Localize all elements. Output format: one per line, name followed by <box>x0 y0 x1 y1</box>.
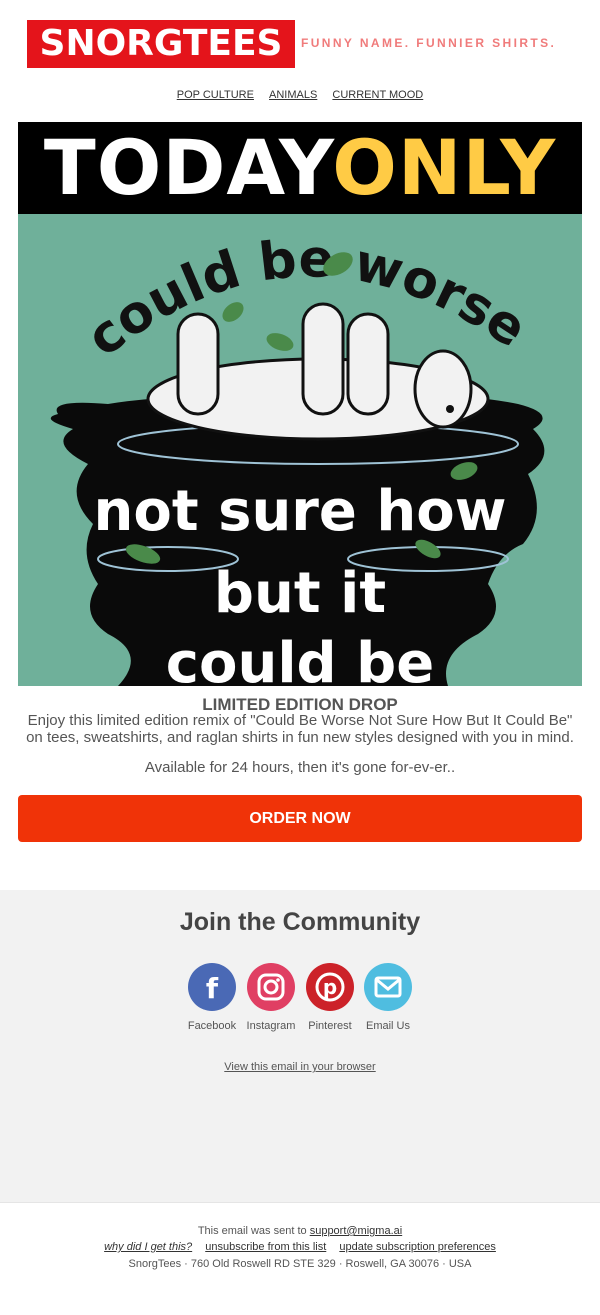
bear-eye <box>446 405 454 413</box>
promo-availability: Available for 24 hours, then it's gone f… <box>144 759 456 776</box>
art-line-2: but it <box>214 561 386 626</box>
order-now-button[interactable]: ORDER NOW <box>18 795 582 842</box>
artwork-illustration: could be worse not sure how but it could… <box>50 229 545 686</box>
banner-today: TODAY <box>43 123 333 212</box>
tagline: FUNNY NAME. FUNNIER SHIRTS. <box>301 36 557 50</box>
sent-to-prefix: This email was sent to <box>197 1225 307 1237</box>
sent-to-line: This email was sent to support@migma.ai <box>0 1225 600 1237</box>
social-pinterest[interactable]: p Pinterest <box>301 963 359 1032</box>
banner-only: ONLY <box>332 123 557 212</box>
nav-item-current-mood[interactable]: CURRENT MOOD <box>332 89 423 101</box>
social-label: Pinterest <box>308 1020 352 1032</box>
community-section: Join the Community f Facebook Instagram … <box>0 890 600 1202</box>
social-instagram[interactable]: Instagram <box>242 963 300 1032</box>
email-header: SNORGTEES FUNNY NAME. FUNNIER SHIRTS. <box>0 0 600 80</box>
social-facebook[interactable]: f Facebook <box>183 963 241 1032</box>
pinterest-icon[interactable]: p <box>306 963 354 1011</box>
snorgtees-logo[interactable]: SNORGTEES <box>27 20 295 68</box>
view-in-browser-link[interactable]: View this email in your browser <box>224 1061 375 1073</box>
footer-links: why did I get this? unsubscribe from thi… <box>0 1241 600 1253</box>
community-title: Join the Community <box>179 908 421 936</box>
shirt-artwork: could be worse not sure how but it could… <box>18 214 582 686</box>
hero-image[interactable]: TODAYONLY could be worse not sure how bu… <box>18 122 582 686</box>
facebook-icon[interactable]: f <box>188 963 236 1011</box>
promo-description: Enjoy this limited edition remix of "Cou… <box>26 712 574 746</box>
nav-item-animals[interactable]: ANIMALS <box>269 89 317 101</box>
why-link[interactable]: why did I get this? <box>104 1241 192 1253</box>
category-nav: POP CULTURE ANIMALS CURRENT MOOD <box>0 89 600 101</box>
social-label: Email Us <box>365 1020 410 1032</box>
social-label: Facebook <box>187 1020 237 1032</box>
bear-leg-left <box>301 302 345 416</box>
art-line-1: not sure how <box>94 479 507 544</box>
company-address: SnorgTees · 760 Old Roswell RD STE 329 ·… <box>128 1258 472 1270</box>
social-links: f Facebook Instagram p Pinterest Email U… <box>186 963 416 1038</box>
today-only-banner: TODAYONLY <box>18 122 582 214</box>
social-email[interactable]: Email Us <box>359 963 417 1032</box>
bear-head <box>413 349 473 429</box>
svg-text:p: p <box>323 975 337 999</box>
email-footer: This email was sent to support@migma.ai … <box>0 1202 600 1315</box>
instagram-icon[interactable] <box>247 963 295 1011</box>
bear-arm-left <box>176 312 220 416</box>
preferences-link[interactable]: update subscription preferences <box>339 1241 496 1253</box>
nav-item-pop-culture[interactable]: POP CULTURE <box>177 89 254 101</box>
unsubscribe-link[interactable]: unsubscribe from this list <box>205 1241 326 1253</box>
art-line-3: could be <box>166 631 434 686</box>
leaf-icon <box>266 333 294 351</box>
logo-text: SNORGTEES <box>39 23 283 64</box>
social-label: Instagram <box>246 1020 296 1032</box>
bear-leg-right <box>346 312 390 416</box>
email-icon[interactable] <box>364 963 412 1011</box>
recipient-email-link[interactable]: support@migma.ai <box>310 1225 402 1237</box>
svg-text:f: f <box>206 972 219 1005</box>
